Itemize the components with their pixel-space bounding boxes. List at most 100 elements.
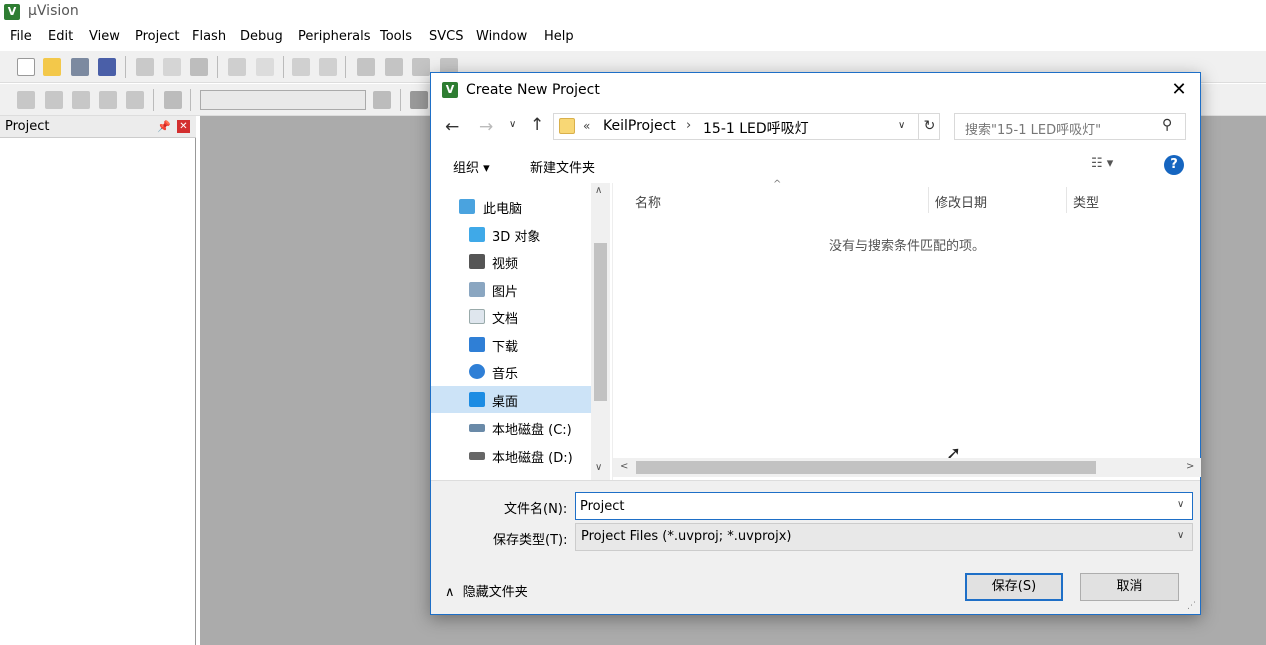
hide-folders-toggle[interactable]: ∧ 隐藏文件夹 (445, 581, 528, 600)
file-list-hscrollbar[interactable]: < > (613, 458, 1201, 477)
breadcrumb-separator-icon[interactable]: › (686, 118, 691, 133)
nav-item-desktop[interactable]: 桌面 (431, 386, 591, 413)
new-folder-button[interactable]: 新建文件夹 (530, 157, 595, 176)
address-bar[interactable]: « KeilProject › 15-1 LED呼吸灯 ∨ ↻ (553, 113, 940, 140)
overflow-chevron-icon[interactable]: « (583, 119, 590, 133)
menu-view[interactable]: View (89, 29, 120, 44)
save-all-icon[interactable] (98, 58, 116, 76)
save-button[interactable]: 保存(S) (965, 573, 1063, 601)
up-arrow-icon[interactable]: ↑ (530, 115, 544, 135)
cancel-button[interactable]: 取消 (1080, 573, 1179, 601)
nav-item-videos[interactable]: 视频 (431, 248, 591, 275)
menu-peripherals[interactable]: Peripherals (298, 29, 371, 44)
translate-icon[interactable] (17, 91, 35, 109)
nav-item-label: 此电脑 (483, 202, 523, 217)
search-input[interactable]: 搜索"15-1 LED呼吸灯" ⚲ (954, 113, 1186, 140)
menu-file[interactable]: File (10, 29, 32, 44)
navigation-pane: 此电脑 3D 对象 视频 图片 文档 下载 音乐 桌面 本地磁盘 (C:) 本地… (431, 183, 611, 480)
breadcrumb-current-folder[interactable]: 15-1 LED呼吸灯 (703, 118, 809, 138)
nav-item-label: 本地磁盘 (D:) (492, 451, 573, 466)
nav-item-3d-objects[interactable]: 3D 对象 (431, 221, 591, 248)
search-icon[interactable]: ⚲ (1162, 117, 1172, 133)
menu-edit[interactable]: Edit (48, 29, 73, 44)
filetype-dropdown-icon[interactable]: ∨ (1177, 530, 1184, 541)
recent-locations-chevron-icon[interactable]: ∨ (509, 119, 516, 130)
nav-item-label: 文档 (492, 312, 519, 327)
next-bookmark-icon[interactable] (412, 58, 430, 76)
nav-item-documents[interactable]: 文档 (431, 303, 591, 330)
organize-menu-button[interactable]: 组织 ▾ (453, 157, 490, 176)
prev-bookmark-icon[interactable] (385, 58, 403, 76)
scrollbar-thumb[interactable] (636, 461, 1096, 474)
scroll-left-icon[interactable]: < (620, 461, 628, 472)
nav-forward-icon[interactable] (319, 58, 337, 76)
filetype-select[interactable]: Project Files (*.uvproj; *.uvprojx) ∨ (575, 523, 1193, 551)
nav-item-music[interactable]: 音乐 (431, 358, 591, 385)
menu-svcs[interactable]: SVCS (429, 29, 463, 44)
download-icon[interactable] (164, 91, 182, 109)
nav-pane-scrollbar[interactable]: ∧ ∨ (591, 183, 610, 480)
back-arrow-icon[interactable]: ← (445, 117, 459, 137)
menu-project[interactable]: Project (135, 29, 179, 44)
save-icon[interactable] (71, 58, 89, 76)
file-list[interactable]: ^ 名称 修改日期 类型 没有与搜索条件匹配的项。 ➚ < > (612, 179, 1201, 480)
toolbar-separator (400, 89, 401, 111)
batch-build-icon[interactable] (99, 91, 117, 109)
paste-icon[interactable] (190, 58, 208, 76)
nav-item-label: 视频 (492, 257, 519, 272)
copy-icon[interactable] (163, 58, 181, 76)
filename-input[interactable] (575, 492, 1193, 520)
nav-item-this-pc[interactable]: 此电脑 (431, 193, 591, 220)
column-header-modified[interactable]: 修改日期 (935, 192, 987, 211)
resize-grip-icon[interactable]: ⋰ (1187, 601, 1196, 611)
menu-window[interactable]: Window (476, 29, 527, 44)
redo-icon[interactable] (256, 58, 274, 76)
nav-item-label: 3D 对象 (492, 230, 541, 245)
breadcrumb-keilproject[interactable]: KeilProject (603, 118, 676, 134)
rebuild-icon[interactable] (72, 91, 90, 109)
close-icon[interactable]: ✕ (177, 120, 190, 133)
nav-item-drive-d[interactable]: 本地磁盘 (D:) (431, 442, 591, 469)
toolbar-separator (153, 89, 154, 111)
toolbar-separator (190, 89, 191, 111)
nav-item-label: 桌面 (492, 395, 519, 410)
nav-item-drive-c[interactable]: 本地磁盘 (C:) (431, 414, 591, 441)
new-file-icon[interactable] (17, 58, 35, 76)
refresh-icon[interactable]: ↻ (918, 114, 940, 139)
cut-icon[interactable] (136, 58, 154, 76)
view-options-icon[interactable]: ☷ ▾ (1091, 156, 1113, 171)
target-options-icon[interactable] (373, 91, 391, 109)
scrollbar-thumb[interactable] (594, 243, 607, 401)
help-icon[interactable]: ? (1164, 155, 1184, 175)
dialog-bottom-panel: 文件名(N): ∨ 保存类型(T): Project Files (*.uvpr… (431, 480, 1200, 614)
menu-tools[interactable]: Tools (380, 29, 412, 44)
manage-components-icon[interactable] (410, 91, 428, 109)
column-separator[interactable] (928, 187, 929, 213)
target-select[interactable] (200, 90, 366, 110)
dialog-close-button[interactable]: ✕ (1164, 78, 1194, 102)
column-separator[interactable] (1066, 187, 1067, 213)
project-pane-header: Project 📌 ✕ (0, 116, 196, 138)
menu-debug[interactable]: Debug (240, 29, 283, 44)
nav-item-downloads[interactable]: 下载 (431, 331, 591, 358)
scroll-up-icon[interactable]: ∧ (595, 185, 602, 196)
build-icon[interactable] (45, 91, 63, 109)
column-header-name[interactable]: 名称 (635, 192, 661, 211)
stop-build-icon[interactable] (126, 91, 144, 109)
address-dropdown-icon[interactable]: ∨ (898, 120, 905, 131)
pin-icon[interactable]: 📌 (157, 120, 171, 133)
nav-item-pictures[interactable]: 图片 (431, 276, 591, 303)
filename-label: 文件名(N): (504, 502, 568, 517)
bookmark-icon[interactable] (357, 58, 375, 76)
menu-flash[interactable]: Flash (192, 29, 226, 44)
filetype-label: 保存类型(T): (493, 533, 568, 548)
nav-back-icon[interactable] (292, 58, 310, 76)
column-header-type[interactable]: 类型 (1073, 192, 1099, 211)
filename-dropdown-icon[interactable]: ∨ (1177, 499, 1184, 510)
menu-help[interactable]: Help (544, 29, 574, 44)
open-file-icon[interactable] (43, 58, 61, 76)
scroll-right-icon[interactable]: > (1186, 461, 1194, 472)
scroll-down-icon[interactable]: ∨ (595, 462, 602, 473)
undo-icon[interactable] (228, 58, 246, 76)
forward-arrow-icon[interactable]: → (479, 117, 493, 137)
